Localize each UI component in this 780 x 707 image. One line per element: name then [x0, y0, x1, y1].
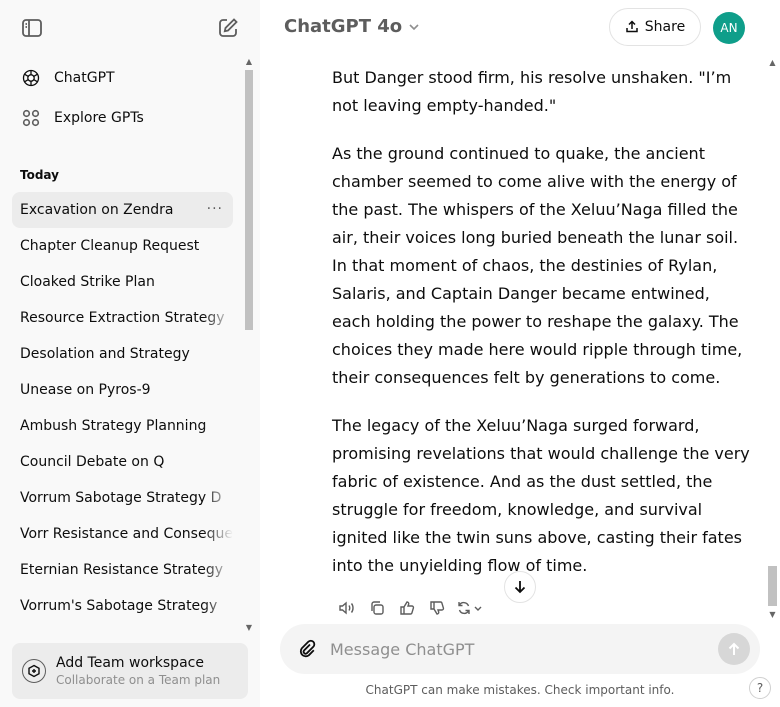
history-item[interactable]: Ambush Strategy Planning: [12, 408, 233, 444]
team-workspace-subtitle: Collaborate on a Team plan: [56, 673, 221, 687]
history-item[interactable]: Unease on Pyros-9: [12, 372, 233, 408]
history-item[interactable]: Vorrum Sabotage Strategy D: [12, 480, 233, 516]
share-icon: [625, 20, 639, 34]
model-selector[interactable]: ChatGPT 4o: [284, 16, 420, 37]
message-paragraph: As the ground continued to quake, the an…: [332, 144, 743, 387]
model-name: ChatGPT 4o: [284, 16, 403, 37]
message-actions: [332, 596, 488, 620]
sidebar: ChatGPT Explore GPTs Today Excavation on…: [0, 0, 260, 707]
sidebar-toggle-icon[interactable]: [14, 10, 50, 46]
history-item[interactable]: Excavation on Zendra ···: [12, 192, 233, 228]
team-workspace-title: Add Team workspace: [56, 655, 204, 671]
history-item[interactable]: Desolation and Strategy: [12, 336, 233, 372]
scroll-up-arrow-icon[interactable]: ▲: [245, 58, 253, 66]
grid-icon: [20, 107, 42, 129]
disclaimer-text: ChatGPT can make mistakes. Check importa…: [365, 683, 675, 697]
message-paragraph: But Danger stood firm, his resolve unsha…: [332, 68, 732, 115]
arrow-down-icon: [512, 579, 528, 595]
sidebar-toolbar: [12, 10, 248, 46]
chevron-down-icon: [408, 21, 420, 33]
history-item[interactable]: Vorr Resistance and Consequences: [12, 516, 233, 552]
openai-logo-icon: [20, 67, 42, 89]
thumbs-down-icon[interactable]: [422, 596, 452, 620]
scrollbar-thumb[interactable]: [768, 566, 777, 606]
sidebar-item-label: ChatGPT: [54, 70, 115, 86]
history-item[interactable]: Eternian Resistance Strategy: [12, 552, 233, 588]
avatar[interactable]: AN: [713, 12, 745, 44]
history-item[interactable]: Chapter Cleanup Request: [12, 228, 233, 264]
sidebar-scrollbar[interactable]: ▲ ▼: [243, 58, 255, 634]
message-input[interactable]: [330, 636, 690, 662]
send-button[interactable]: [718, 633, 750, 665]
attach-icon[interactable]: [296, 638, 318, 664]
scroll-up-arrow-icon[interactable]: ▲: [768, 58, 777, 67]
arrow-up-icon: [726, 641, 742, 657]
more-options-icon[interactable]: ···: [207, 201, 223, 217]
history-section-title: Today: [20, 168, 59, 182]
scroll-to-bottom-button[interactable]: [504, 571, 536, 603]
scroll-down-arrow-icon[interactable]: ▼: [245, 624, 253, 632]
history-item[interactable]: Resource Extraction Strategy: [12, 300, 233, 336]
history-item[interactable]: Council Debate on Q: [12, 444, 233, 480]
help-button[interactable]: ?: [749, 677, 771, 699]
chat-history-list: Excavation on Zendra ··· Chapter Cleanup …: [12, 192, 233, 624]
share-label: Share: [644, 19, 686, 35]
sidebar-item-label: Explore GPTs: [54, 110, 144, 126]
assistant-message: But Danger stood firm, his resolve unsha…: [332, 64, 752, 600]
add-team-workspace-button[interactable]: Add Team workspace Collaborate on a Team…: [12, 643, 248, 699]
regenerate-icon[interactable]: [452, 596, 488, 620]
scrollbar-thumb[interactable]: [245, 70, 253, 330]
read-aloud-icon[interactable]: [332, 596, 362, 620]
scroll-down-arrow-icon[interactable]: ▼: [768, 610, 777, 619]
sidebar-nav: ChatGPT Explore GPTs: [12, 58, 233, 138]
share-button[interactable]: Share: [609, 8, 701, 46]
main-panel: ChatGPT 4o Share AN But Danger stood fir…: [260, 0, 780, 707]
thumbs-up-icon[interactable]: [392, 596, 422, 620]
copy-icon[interactable]: [362, 596, 392, 620]
team-workspace-icon: [22, 659, 46, 683]
message-composer: [280, 624, 760, 674]
new-chat-icon[interactable]: [210, 10, 246, 46]
main-scrollbar[interactable]: ▲ ▼: [765, 58, 779, 624]
message-paragraph: The legacy of the Xeluu’Naga surged forw…: [332, 416, 750, 575]
history-item[interactable]: Cloaked Strike Plan: [12, 264, 233, 300]
history-item[interactable]: Vorrum's Sabotage Strategy: [12, 588, 233, 624]
sidebar-item-chatgpt[interactable]: ChatGPT: [12, 58, 233, 98]
sidebar-item-explore-gpts[interactable]: Explore GPTs: [12, 98, 233, 138]
